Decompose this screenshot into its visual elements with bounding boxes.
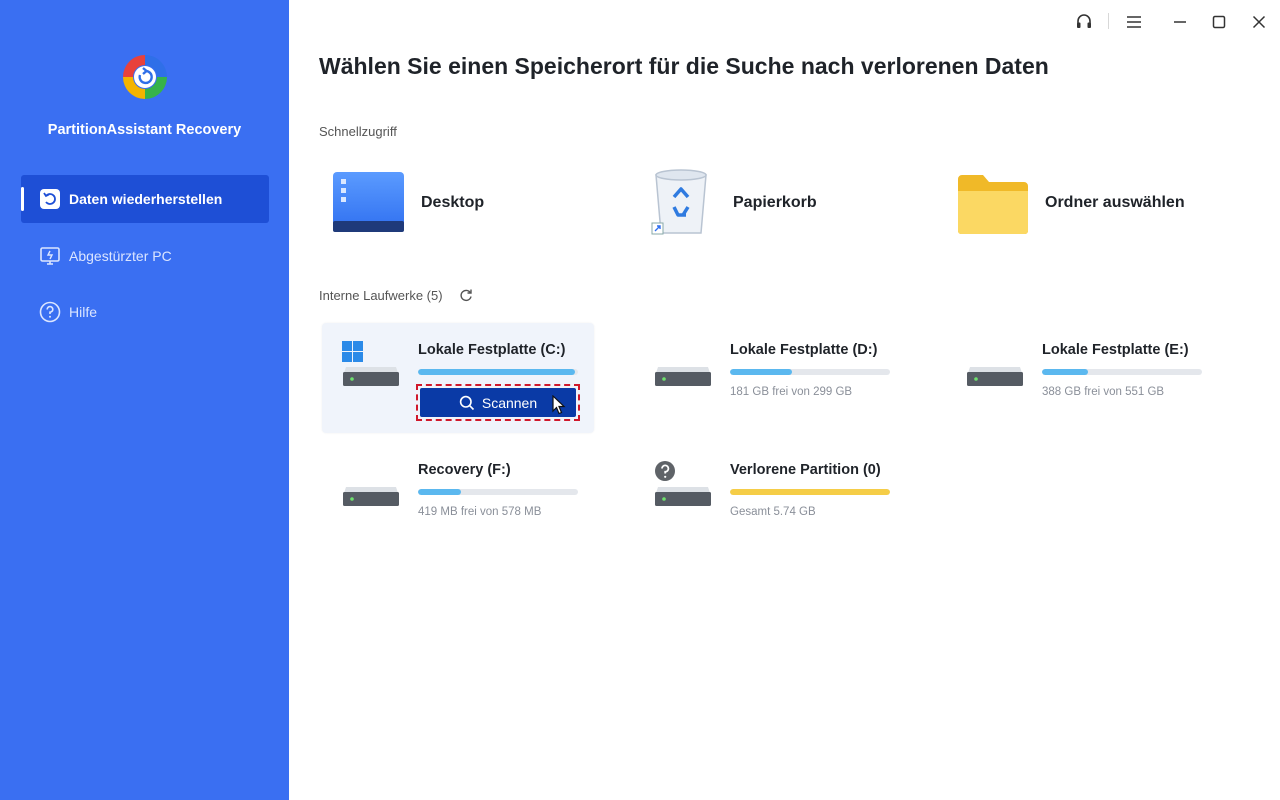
drive-usage-bar <box>1042 369 1202 375</box>
drive-name: Lokale Festplatte (D:) <box>730 342 878 358</box>
drive-card-e[interactable]: Lokale Festplatte (E:) 388 GB frei von 5… <box>946 323 1218 433</box>
drive-icon <box>966 341 1024 389</box>
minimize-icon[interactable] <box>1169 11 1191 33</box>
sidebar-item-label: Daten wiederherstellen <box>69 191 223 207</box>
drive-usage-bar <box>418 489 578 495</box>
internal-drives-label: Interne Laufwerke (5) <box>319 288 443 303</box>
drive-usage-bar <box>418 369 578 375</box>
drive-name: Lokale Festplatte (C:) <box>418 342 566 358</box>
restore-icon <box>38 187 62 211</box>
drive-name: Lokale Festplatte (E:) <box>1042 342 1189 358</box>
windows-drive-icon <box>342 341 400 389</box>
drive-card-d[interactable]: Lokale Festplatte (D:) 181 GB frei von 2… <box>634 323 906 433</box>
drive-icon <box>654 341 712 389</box>
headset-icon[interactable] <box>1073 11 1095 33</box>
quick-access-recycle-bin[interactable]: Papierkorb <box>650 165 890 240</box>
search-icon <box>459 395 474 410</box>
app-name: PartitionAssistant Recovery <box>47 122 242 138</box>
quick-access-select-folder[interactable]: Ordner auswählen <box>957 165 1217 240</box>
drive-usage-fill <box>1042 369 1089 375</box>
lost-partition-icon <box>654 461 712 509</box>
sidebar-item-crashed-pc[interactable]: Abgestürzter PC <box>21 232 269 280</box>
scan-button-highlight: Scannen <box>416 384 580 421</box>
drive-info: 181 GB frei von 299 GB <box>730 386 853 398</box>
drive-usage-bar <box>730 489 890 495</box>
desktop-icon <box>332 171 406 233</box>
drive-card-c[interactable]: Lokale Festplatte (C:) Scannen <box>322 323 594 433</box>
maximize-icon[interactable] <box>1208 11 1230 33</box>
quick-access-label: Papierkorb <box>733 194 817 211</box>
drive-info: 419 MB frei von 578 MB <box>418 506 542 518</box>
drive-usage-fill <box>730 489 890 495</box>
refresh-icon[interactable] <box>459 288 473 302</box>
drive-name: Recovery (F:) <box>418 462 511 478</box>
drive-name: Verlorene Partition (0) <box>730 462 881 478</box>
drive-usage-bar <box>730 369 890 375</box>
drive-usage-fill <box>730 369 793 375</box>
sidebar-item-label: Abgestürzter PC <box>69 248 172 264</box>
drive-info: 388 GB frei von 551 GB <box>1042 386 1165 398</box>
scan-button-label: Scannen <box>481 394 538 411</box>
help-icon <box>38 300 62 324</box>
drive-usage-fill <box>418 489 462 495</box>
sidebar-item-label: Hilfe <box>69 304 98 320</box>
close-icon[interactable] <box>1248 11 1270 33</box>
drive-info: Gesamt 5.74 GB <box>730 506 816 518</box>
quick-access-desktop[interactable]: Desktop <box>332 165 572 240</box>
drive-card-lost-partition[interactable]: Verlorene Partition (0) Gesamt 5.74 GB <box>634 443 906 553</box>
mouse-cursor-icon <box>552 394 566 420</box>
drive-card-f[interactable]: Recovery (F:) 419 MB frei von 578 MB <box>322 443 594 553</box>
titlebar-separator <box>1108 13 1109 29</box>
quick-access-label: Ordner auswählen <box>1045 194 1185 211</box>
folder-icon <box>957 173 1029 235</box>
sidebar-item-restore-data[interactable]: Daten wiederherstellen <box>21 175 269 223</box>
monitor-icon <box>38 244 62 268</box>
quick-access-label: Desktop <box>421 194 485 211</box>
drive-icon <box>342 461 400 509</box>
quick-access-label: Schnellzugriff <box>319 124 397 139</box>
app-logo-icon <box>121 53 169 101</box>
sidebar-item-help[interactable]: Hilfe <box>21 288 269 336</box>
sidebar: PartitionAssistant Recovery Daten wieder… <box>0 0 289 800</box>
page-title: Wählen Sie einen Speicherort für die Suc… <box>319 53 1049 79</box>
drive-usage-fill <box>418 369 575 375</box>
menu-icon[interactable] <box>1123 11 1145 33</box>
recycle-bin-icon <box>650 167 712 237</box>
